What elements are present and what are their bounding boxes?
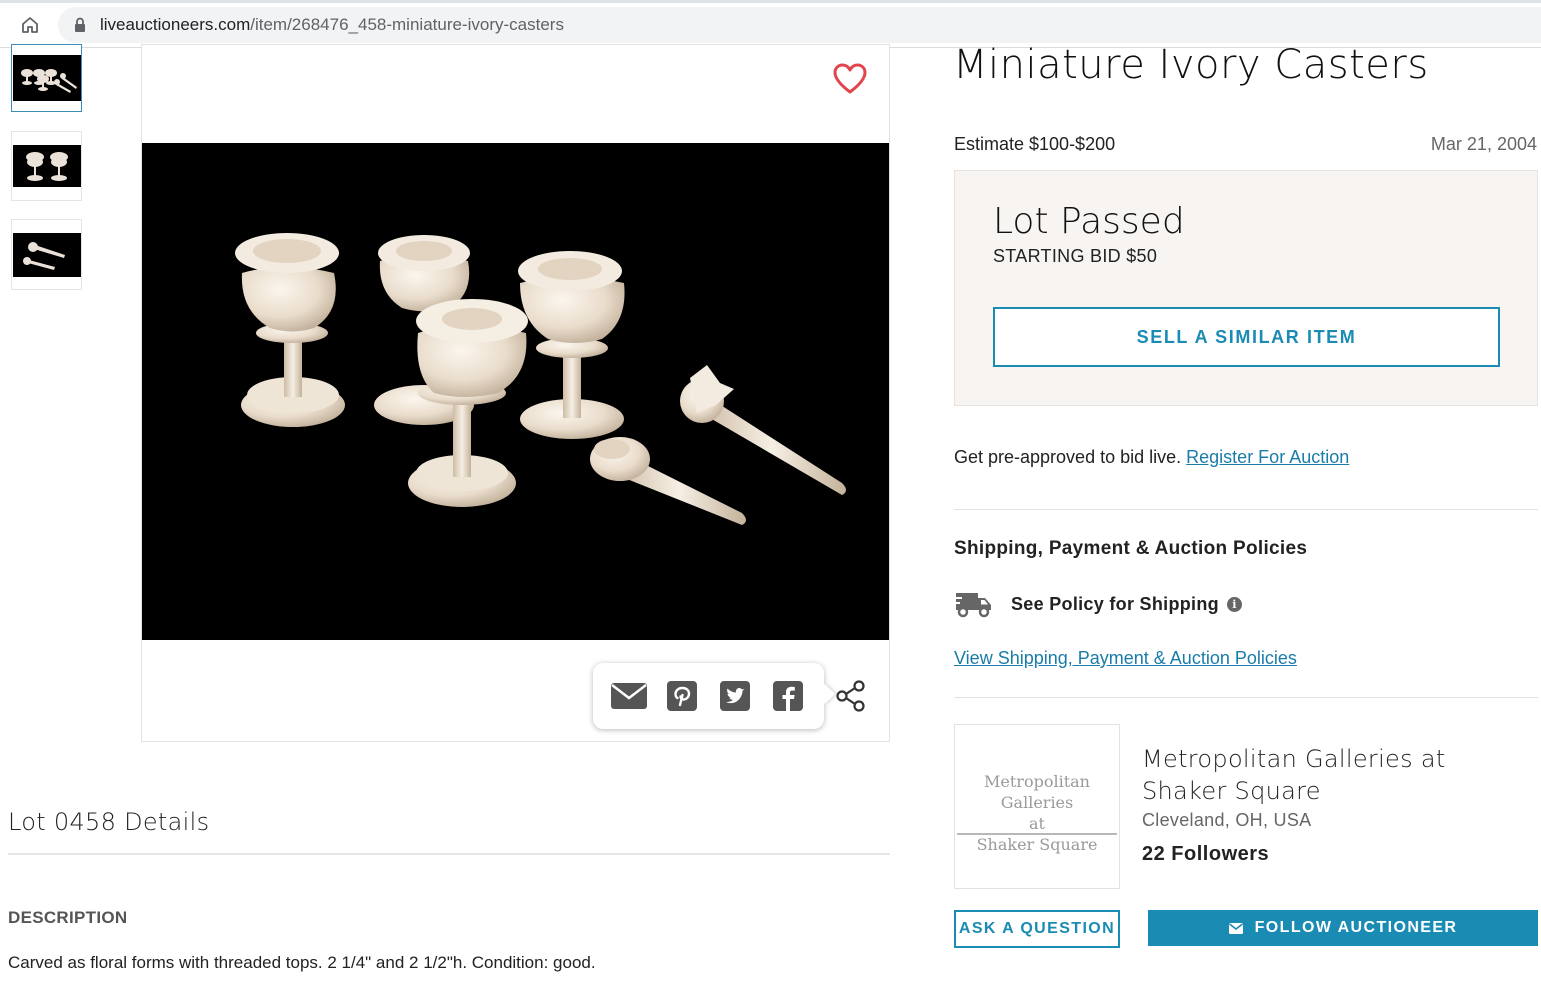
email-icon[interactable] bbox=[610, 679, 648, 713]
thumbnail-2[interactable] bbox=[11, 131, 82, 201]
sell-similar-item-button[interactable]: SELL A SIMILAR ITEM bbox=[993, 307, 1500, 367]
description-heading: DESCRIPTION bbox=[8, 908, 128, 927]
logo-line-3: Shaker Square bbox=[976, 835, 1098, 854]
pre-approval-label: Get pre-approved to bid live. bbox=[954, 447, 1182, 467]
sale-date: Mar 21, 2004 bbox=[1430, 134, 1537, 154]
see-shipping-policy[interactable]: See Policy for Shipping i bbox=[1011, 594, 1242, 615]
lot-status: Lot Passed bbox=[993, 201, 1185, 242]
url-text[interactable]: liveauctioneers.com/item/268476_458-mini… bbox=[100, 15, 564, 35]
follow-auctioneer-label: FOLLOW AUCTIONEER bbox=[1254, 919, 1458, 936]
auctioneer-location: Cleveland, OH, USA bbox=[1142, 810, 1312, 830]
shipping-truck-icon bbox=[954, 588, 994, 620]
thumbnail-image bbox=[12, 55, 81, 101]
view-policies-link[interactable]: View Shipping, Payment & Auction Policie… bbox=[954, 648, 1297, 669]
url-path: /item/268476_458-miniature-ivory-casters bbox=[250, 15, 564, 34]
share-icon[interactable] bbox=[834, 679, 868, 713]
share-popup bbox=[593, 663, 824, 729]
thumbnail-image bbox=[12, 145, 81, 187]
divider bbox=[8, 853, 890, 855]
register-for-auction-link[interactable]: Register For Auction bbox=[1186, 447, 1349, 467]
lot-details-title: Lot 0458 Details bbox=[8, 808, 210, 836]
image-viewer bbox=[141, 44, 890, 742]
tab-strip bbox=[0, 0, 1541, 3]
main-item-photo[interactable] bbox=[142, 143, 889, 640]
starting-bid: STARTING BID $50 bbox=[993, 246, 1158, 266]
thumbnail-image bbox=[12, 232, 81, 277]
logo-line-1: Metropolitan Galleries bbox=[984, 772, 1090, 812]
description-text: Carved as floral forms with threaded top… bbox=[8, 953, 596, 972]
browser-toolbar: liveauctioneers.com/item/268476_458-mini… bbox=[0, 0, 1541, 48]
logo-line-2: at bbox=[1029, 814, 1045, 833]
estimate-text: Estimate $100-$200 bbox=[954, 134, 1116, 154]
pre-approval-text: Get pre-approved to bid live. Register F… bbox=[954, 447, 1349, 468]
url-domain: liveauctioneers.com bbox=[100, 15, 251, 34]
address-bar[interactable]: liveauctioneers.com/item/268476_458-mini… bbox=[58, 7, 1541, 43]
home-icon[interactable] bbox=[18, 13, 42, 37]
envelope-icon bbox=[1228, 922, 1243, 934]
twitter-icon[interactable] bbox=[716, 679, 754, 713]
ask-a-question-button[interactable]: ASK A QUESTION bbox=[954, 910, 1120, 948]
lock-icon[interactable] bbox=[74, 17, 86, 38]
divider bbox=[954, 509, 1538, 510]
logo-underline bbox=[957, 833, 1117, 835]
see-shipping-policy-label: See Policy for Shipping bbox=[1011, 594, 1219, 614]
policies-heading: Shipping, Payment & Auction Policies bbox=[954, 538, 1308, 559]
logo-wordmark: Metropolitan Galleries at Shaker Square bbox=[955, 771, 1119, 855]
bid-status-panel: Lot Passed STARTING BID $50 SELL A SIMIL… bbox=[954, 170, 1538, 406]
auctioneer-logo[interactable]: Metropolitan Galleries at Shaker Square bbox=[954, 724, 1120, 889]
item-title: Miniature Ivory Casters bbox=[953, 42, 1429, 88]
follow-auctioneer-button[interactable]: FOLLOW AUCTIONEER bbox=[1148, 910, 1538, 946]
info-icon[interactable]: i bbox=[1226, 597, 1242, 612]
thumbnail-1[interactable] bbox=[11, 44, 82, 112]
facebook-icon[interactable] bbox=[769, 679, 807, 713]
auctioneer-name-link[interactable]: Metropolitan Galleries at Shaker Square bbox=[1142, 743, 1532, 807]
pinterest-icon[interactable] bbox=[663, 679, 701, 713]
thumbnail-3[interactable] bbox=[11, 219, 82, 290]
follower-count: 22 Followers bbox=[1142, 843, 1270, 865]
favorite-heart-icon[interactable] bbox=[832, 62, 868, 96]
divider bbox=[954, 697, 1538, 698]
